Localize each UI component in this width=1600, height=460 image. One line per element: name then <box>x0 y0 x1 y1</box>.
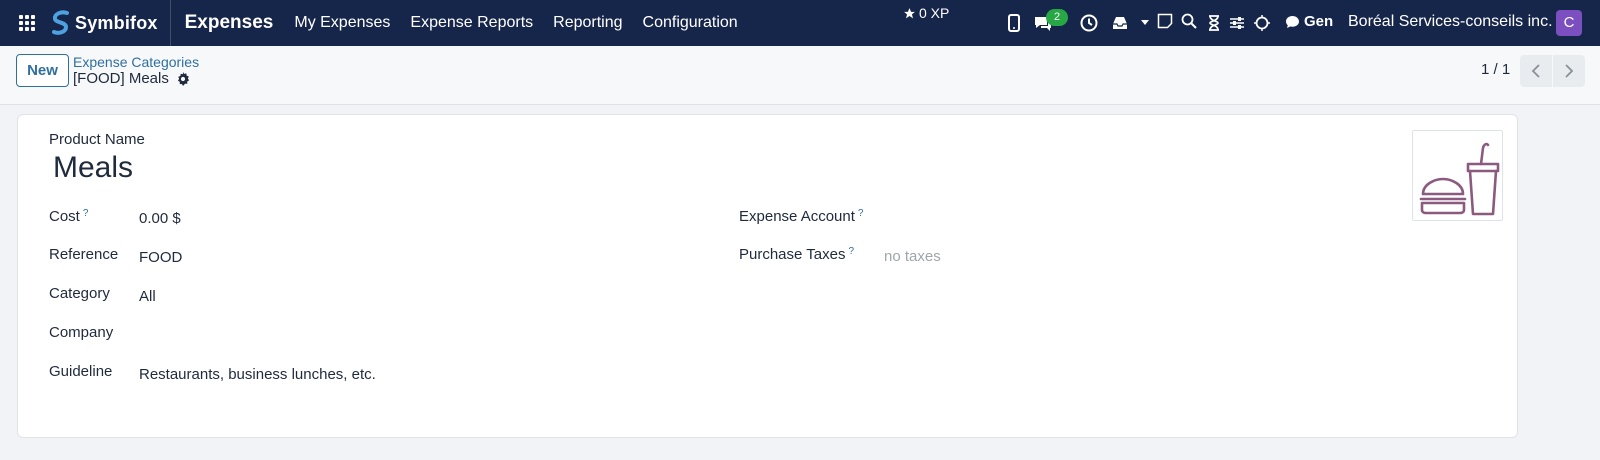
purchase-taxes-label: Purchase Taxes? <box>739 246 855 263</box>
breadcrumb-expense-categories[interactable]: Expense Categories <box>73 54 199 70</box>
pager-next-button[interactable] <box>1553 55 1585 87</box>
cost-label: Cost? <box>49 208 89 225</box>
brand[interactable]: Symbifox <box>51 0 171 46</box>
clock-icon[interactable] <box>1079 13 1099 33</box>
form-sheet: Product Name Meals Cost? 0.00 $ Referenc… <box>17 114 1518 438</box>
control-panel: New Expense Categories [FOOD] Meals 1 / … <box>0 46 1600 105</box>
expense-account-label: Expense Account? <box>739 208 864 225</box>
mobile-icon[interactable] <box>1004 13 1024 33</box>
pager-previous-button[interactable] <box>1520 55 1552 87</box>
xp-label: 0 XP <box>919 5 950 21</box>
guideline-label: Guideline <box>49 363 113 380</box>
company-label: Company <box>49 324 114 341</box>
category-field[interactable]: All <box>139 288 156 305</box>
record-title-text: [FOOD] Meals <box>73 70 169 87</box>
gen-button[interactable]: Gen <box>1285 13 1333 30</box>
user-avatar[interactable]: C <box>1556 10 1582 36</box>
menu-my-expenses[interactable]: My Expenses <box>294 14 390 32</box>
search-icon[interactable] <box>1179 11 1199 31</box>
brand-logo-icon <box>52 10 69 35</box>
new-button[interactable]: New <box>16 54 69 87</box>
pager-value[interactable]: 1 / 1 <box>1481 61 1510 78</box>
company-switcher[interactable]: Boréal Services-conseils inc. <box>1348 13 1553 31</box>
chevron-right-icon <box>1565 64 1574 78</box>
product-name-label: Product Name <box>49 131 145 148</box>
apps-grid-icon <box>19 15 35 31</box>
record-title: [FOOD] Meals <box>73 70 190 87</box>
chevron-left-icon <box>1531 64 1540 78</box>
menu-configuration[interactable]: Configuration <box>643 14 738 32</box>
reference-field[interactable]: FOOD <box>139 249 182 266</box>
caret-down-icon[interactable] <box>1135 13 1155 33</box>
category-label: Category <box>49 285 110 302</box>
apps-menu-button[interactable] <box>7 0 47 46</box>
xp-indicator[interactable]: 0 XP <box>903 5 949 21</box>
brand-name: Symbifox <box>75 12 158 33</box>
hourglass-icon[interactable] <box>1204 13 1224 33</box>
gen-label: Gen <box>1304 13 1334 30</box>
expense-account-help-icon[interactable]: ? <box>858 208 864 219</box>
product-image[interactable] <box>1412 130 1503 221</box>
sliders-icon[interactable] <box>1227 13 1247 33</box>
expense-account-field[interactable] <box>884 210 1364 230</box>
gear-icon[interactable] <box>176 71 190 86</box>
burger-and-drink-icon <box>1419 142 1499 215</box>
cost-help-icon[interactable]: ? <box>83 208 89 219</box>
menu-expense-reports[interactable]: Expense Reports <box>410 14 533 32</box>
product-name-field[interactable]: Meals <box>53 151 133 185</box>
guideline-field[interactable]: Restaurants, business lunches, etc. <box>139 366 376 383</box>
purchase-taxes-field[interactable]: no taxes <box>884 248 941 265</box>
cost-field[interactable]: 0.00 $ <box>139 210 181 227</box>
messages-count-badge: 2 <box>1046 9 1068 26</box>
note-icon[interactable] <box>1155 11 1175 31</box>
purchase-taxes-help-icon[interactable]: ? <box>848 246 854 257</box>
reference-label: Reference <box>49 246 119 263</box>
top-navbar: Symbifox Expenses My Expenses Expense Re… <box>0 0 1600 46</box>
star-icon <box>904 7 915 18</box>
chat-bubble-icon <box>1286 15 1299 28</box>
inbox-icon[interactable] <box>1110 13 1130 33</box>
app-title[interactable]: Expenses <box>185 12 274 34</box>
menu-reporting[interactable]: Reporting <box>553 14 622 32</box>
company-field[interactable] <box>139 326 439 346</box>
sun-icon[interactable] <box>1252 13 1272 33</box>
